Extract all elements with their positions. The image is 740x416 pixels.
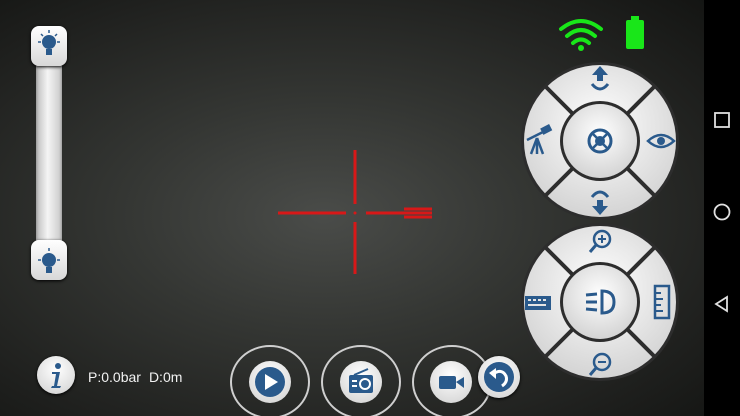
info-icon xyxy=(51,363,61,388)
undo-button[interactable] xyxy=(478,356,520,398)
bulb-dim-icon xyxy=(38,248,60,273)
zoom-in-icon xyxy=(588,229,612,253)
wifi-icon xyxy=(559,19,603,51)
video-camera-icon xyxy=(439,376,464,389)
arrow-up-icon xyxy=(590,66,610,91)
zoom-in-button[interactable] xyxy=(578,224,622,260)
recent-apps-button[interactable] xyxy=(710,108,734,132)
keyboard-button[interactable] xyxy=(521,284,555,320)
light-slider-track[interactable] xyxy=(36,62,62,252)
zoom-out-icon xyxy=(588,352,612,376)
telescope-button[interactable] xyxy=(521,120,557,162)
status-readout: P:0.0bar D:0m xyxy=(88,369,190,385)
arrow-down-icon xyxy=(590,190,610,215)
light-min-button[interactable] xyxy=(31,240,67,280)
home-button[interactable] xyxy=(710,200,734,224)
play-icon xyxy=(255,367,285,397)
crosshair xyxy=(278,150,432,274)
camera-view: P:0.0bar D:0m xyxy=(0,0,704,416)
focus-target-icon xyxy=(587,128,613,154)
battery-icon xyxy=(626,16,644,49)
light-max-button[interactable] xyxy=(31,26,67,66)
eye-icon xyxy=(646,133,676,149)
view-button[interactable] xyxy=(643,122,679,160)
headlight-icon xyxy=(585,289,616,315)
ruler-icon xyxy=(653,284,671,320)
zoom-out-button[interactable] xyxy=(578,346,622,382)
triangle-back-icon xyxy=(714,295,728,313)
bulb-bright-icon xyxy=(38,30,60,55)
radio-button[interactable] xyxy=(340,361,382,403)
info-button[interactable] xyxy=(37,356,75,394)
radio-icon xyxy=(349,368,373,393)
keyboard-icon xyxy=(525,296,551,310)
circle-icon xyxy=(713,203,731,221)
telescope-icon xyxy=(526,124,553,155)
tilt-down-button[interactable] xyxy=(575,183,625,219)
play-button[interactable] xyxy=(249,361,291,403)
undo-icon xyxy=(484,362,514,392)
android-nav-bar xyxy=(704,0,740,416)
tilt-up-button[interactable] xyxy=(575,62,625,98)
square-icon xyxy=(714,112,730,128)
headlight-button[interactable] xyxy=(566,268,634,336)
ruler-button[interactable] xyxy=(646,282,678,322)
back-button[interactable] xyxy=(710,292,734,316)
focus-center-button[interactable] xyxy=(566,107,634,175)
depth-value: D:0m xyxy=(148,369,183,385)
record-video-button[interactable] xyxy=(430,361,472,403)
pressure-value: P:0.0bar xyxy=(88,369,141,385)
